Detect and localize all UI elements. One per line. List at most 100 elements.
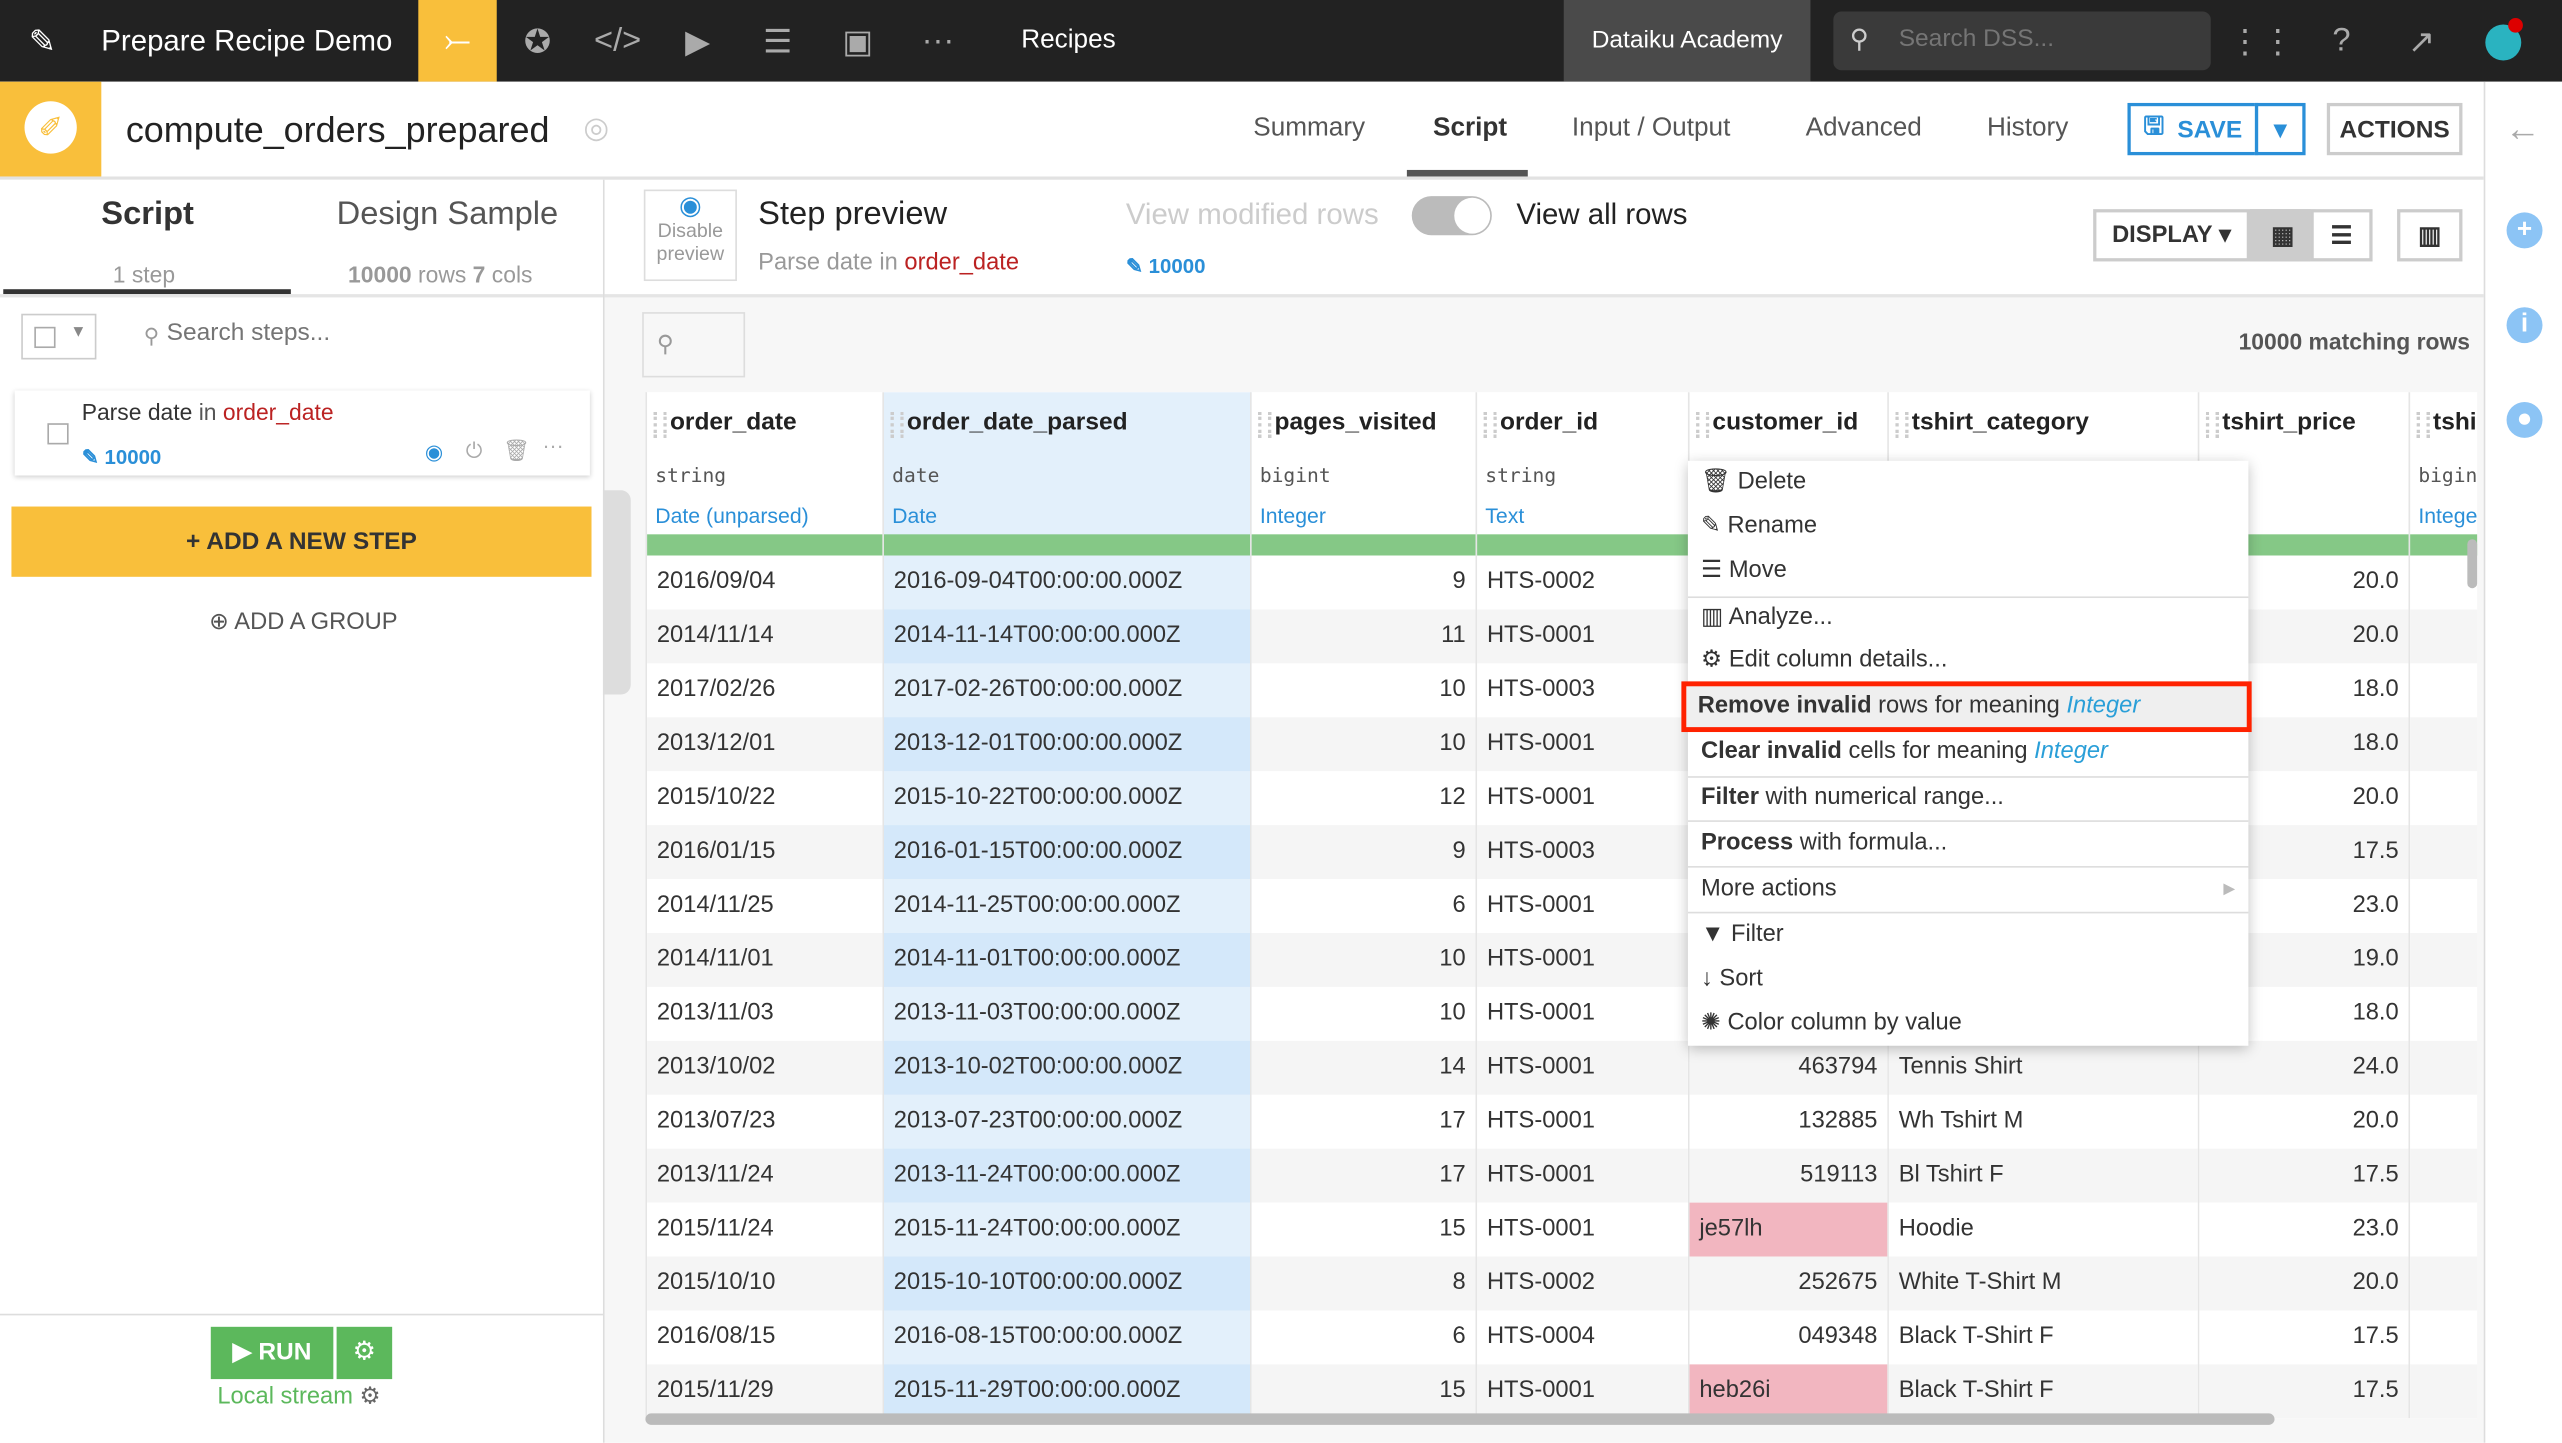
step-checkbox[interactable] bbox=[47, 423, 69, 445]
vertical-scrollbar[interactable] bbox=[2467, 539, 2478, 589]
table-cell[interactable]: HTS-0001 bbox=[1477, 1148, 1688, 1203]
table-cell[interactable]: 2015-11-29T00:00:00.000Z bbox=[883, 1364, 1251, 1419]
table-cell[interactable]: je57lh bbox=[1689, 1202, 1888, 1257]
table-cell[interactable]: 2014/11/01 bbox=[647, 933, 883, 987]
table-cell[interactable]: 20.0 bbox=[2199, 1256, 2409, 1311]
code-icon[interactable]: </> bbox=[578, 0, 656, 82]
tab-advanced[interactable]: Advanced bbox=[1806, 114, 1922, 143]
column-name[interactable]: customer_id bbox=[1712, 409, 1858, 437]
drag-handle-icon[interactable] bbox=[1696, 411, 1710, 438]
table-cell[interactable] bbox=[2410, 1310, 2478, 1365]
drag-handle-icon[interactable] bbox=[890, 411, 904, 438]
menu-remove-invalid-rows[interactable]: Remove invalid rows for meaning Integer bbox=[1681, 681, 2252, 733]
table-cell[interactable]: 24.0 bbox=[2199, 1040, 2409, 1095]
activity-icon[interactable]: ↗ bbox=[2382, 0, 2460, 82]
table-cell[interactable]: 2013-11-03T00:00:00.000Z bbox=[883, 986, 1251, 1041]
table-cell[interactable]: 2013/11/24 bbox=[647, 1148, 883, 1203]
step-parse-date[interactable]: Parse date in order_date ✎ 10000 ◉ ⏻ 🗑 ·… bbox=[14, 390, 590, 476]
engine-label[interactable]: Local stream ⚙ bbox=[217, 1384, 380, 1410]
table-cell[interactable]: 9 bbox=[1251, 825, 1476, 880]
table-cell[interactable]: 2016/09/04 bbox=[647, 555, 883, 610]
table-cell[interactable]: Hoodie bbox=[1888, 1202, 2198, 1257]
power-icon[interactable]: ⏻ bbox=[466, 438, 483, 464]
table-cell[interactable]: HTS-0001 bbox=[1477, 609, 1688, 664]
column-meaning[interactable]: Date bbox=[892, 503, 937, 528]
column-name[interactable]: tshirt_price bbox=[2222, 409, 2356, 437]
search-steps-input[interactable] bbox=[163, 316, 579, 349]
notebook-icon[interactable]: ☰ bbox=[739, 0, 817, 82]
column-name[interactable]: order_date_parsed bbox=[907, 409, 1128, 437]
menu-rename[interactable]: ✎ Rename bbox=[1688, 505, 2248, 549]
table-cell[interactable] bbox=[2410, 609, 2478, 664]
table-cell[interactable]: 17.5 bbox=[2199, 1310, 2409, 1365]
table-cell[interactable]: 2017/02/26 bbox=[647, 663, 883, 718]
drag-handle-icon[interactable] bbox=[653, 411, 667, 438]
table-cell[interactable] bbox=[2410, 986, 2478, 1041]
tab-summary[interactable]: Summary bbox=[1253, 114, 1365, 143]
table-cell[interactable]: 2015-10-10T00:00:00.000Z bbox=[883, 1256, 1251, 1311]
table-cell[interactable]: HTS-0001 bbox=[1477, 771, 1688, 826]
help-icon[interactable]: ? bbox=[2302, 0, 2380, 82]
column-name[interactable]: pages_visited bbox=[1275, 409, 1437, 437]
table-cell[interactable]: 15 bbox=[1251, 1202, 1476, 1257]
table-cell[interactable]: Black T-Shirt F bbox=[1888, 1310, 2198, 1365]
column-meaning[interactable]: Integer bbox=[2418, 503, 2477, 528]
column-pages_visited[interactable]: pages_visited bigint Integer 9 11 10 10 12 9 6 10 1… bbox=[1251, 392, 1478, 1419]
column-name[interactable]: tshirt_category bbox=[1912, 409, 2089, 437]
table-cell[interactable]: HTS-0003 bbox=[1477, 825, 1688, 880]
disable-preview-button[interactable]: ◉ Disable preview bbox=[643, 189, 737, 282]
table-cell[interactable]: 2016/08/15 bbox=[647, 1310, 883, 1365]
column-name[interactable]: tshi bbox=[2433, 409, 2477, 437]
table-cell[interactable]: 2013-07-23T00:00:00.000Z bbox=[883, 1094, 1251, 1149]
project-name[interactable]: Prepare Recipe Demo bbox=[101, 25, 392, 59]
table-cell[interactable]: HTS-0001 bbox=[1477, 879, 1688, 934]
search-box[interactable]: ⚲ bbox=[1833, 11, 2211, 71]
table-cell[interactable]: 2013-12-01T00:00:00.000Z bbox=[883, 717, 1251, 772]
add-new-step-button[interactable]: + ADD A NEW STEP bbox=[11, 506, 592, 577]
table-cell[interactable]: 463794 bbox=[1689, 1040, 1888, 1095]
menu-more-actions[interactable]: More actions ▸ bbox=[1688, 868, 2248, 912]
menu-color-by-value[interactable]: ✺ Color column by value bbox=[1688, 1002, 2248, 1046]
eye-icon[interactable]: ◉ bbox=[425, 440, 444, 466]
table-cell[interactable]: 132885 bbox=[1689, 1094, 1888, 1149]
menu-sort[interactable]: ↓ Sort bbox=[1688, 958, 2248, 1002]
table-cell[interactable]: 2013/12/01 bbox=[647, 717, 883, 772]
back-arrow-icon[interactable]: ← bbox=[2505, 108, 2541, 150]
table-cell[interactable]: 2014-11-01T00:00:00.000Z bbox=[883, 933, 1251, 987]
tab-input-output[interactable]: Input / Output bbox=[1572, 114, 1730, 143]
table-cell[interactable]: 2015/10/22 bbox=[647, 771, 883, 826]
table-cell[interactable]: HTS-0002 bbox=[1477, 555, 1688, 610]
table-cell[interactable]: 2016-01-15T00:00:00.000Z bbox=[883, 825, 1251, 880]
table-cell[interactable] bbox=[2410, 1094, 2478, 1149]
table-cell[interactable] bbox=[2410, 717, 2478, 772]
table-view-icon[interactable]: ▦ bbox=[2250, 209, 2316, 262]
table-cell[interactable]: 2017-02-26T00:00:00.000Z bbox=[883, 663, 1251, 718]
info-icon[interactable]: i bbox=[2506, 307, 2543, 344]
menu-delete[interactable]: 🗑 Delete bbox=[1688, 461, 2248, 505]
table-cell[interactable]: 2016/01/15 bbox=[647, 825, 883, 880]
menu-process-formula[interactable]: Process with formula... bbox=[1688, 822, 2248, 866]
drag-handle-icon[interactable] bbox=[2205, 411, 2219, 438]
menu-filter-range[interactable]: Filter with numerical range... bbox=[1688, 776, 2248, 820]
apps-grid-icon[interactable]: ⋮⋮ bbox=[2222, 0, 2300, 82]
list-view-icon[interactable]: ☰ bbox=[2310, 209, 2373, 262]
table-cell[interactable] bbox=[2410, 1256, 2478, 1311]
run-settings-icon[interactable]: ⚙ bbox=[336, 1326, 393, 1380]
table-cell[interactable]: 2013-10-02T00:00:00.000Z bbox=[883, 1040, 1251, 1095]
table-cell[interactable]: 2015-10-22T00:00:00.000Z bbox=[883, 771, 1251, 826]
table-cell[interactable] bbox=[2410, 1040, 2478, 1095]
table-cell[interactable]: HTS-0002 bbox=[1477, 1256, 1688, 1311]
table-cell[interactable] bbox=[2410, 933, 2478, 987]
table-search[interactable]: ⚲ bbox=[642, 312, 746, 378]
table-cell[interactable]: 9 bbox=[1251, 555, 1476, 610]
display-dropdown[interactable]: DISPLAY ▾ bbox=[2093, 209, 2251, 262]
table-cell[interactable]: 519113 bbox=[1689, 1148, 1888, 1203]
table-cell[interactable]: 2013/07/23 bbox=[647, 1094, 883, 1149]
table-cell[interactable]: HTS-0004 bbox=[1477, 1310, 1688, 1365]
table-cell[interactable]: 2016-09-04T00:00:00.000Z bbox=[883, 555, 1251, 610]
dataiku-logo-icon[interactable]: ✎ bbox=[3, 0, 81, 82]
table-cell[interactable]: HTS-0001 bbox=[1477, 1040, 1688, 1095]
view-modified-rows-label[interactable]: View modified rows bbox=[1126, 198, 1379, 232]
column-meaning[interactable]: Text bbox=[1485, 503, 1524, 528]
edit-name-icon[interactable]: ◎ bbox=[583, 111, 609, 145]
